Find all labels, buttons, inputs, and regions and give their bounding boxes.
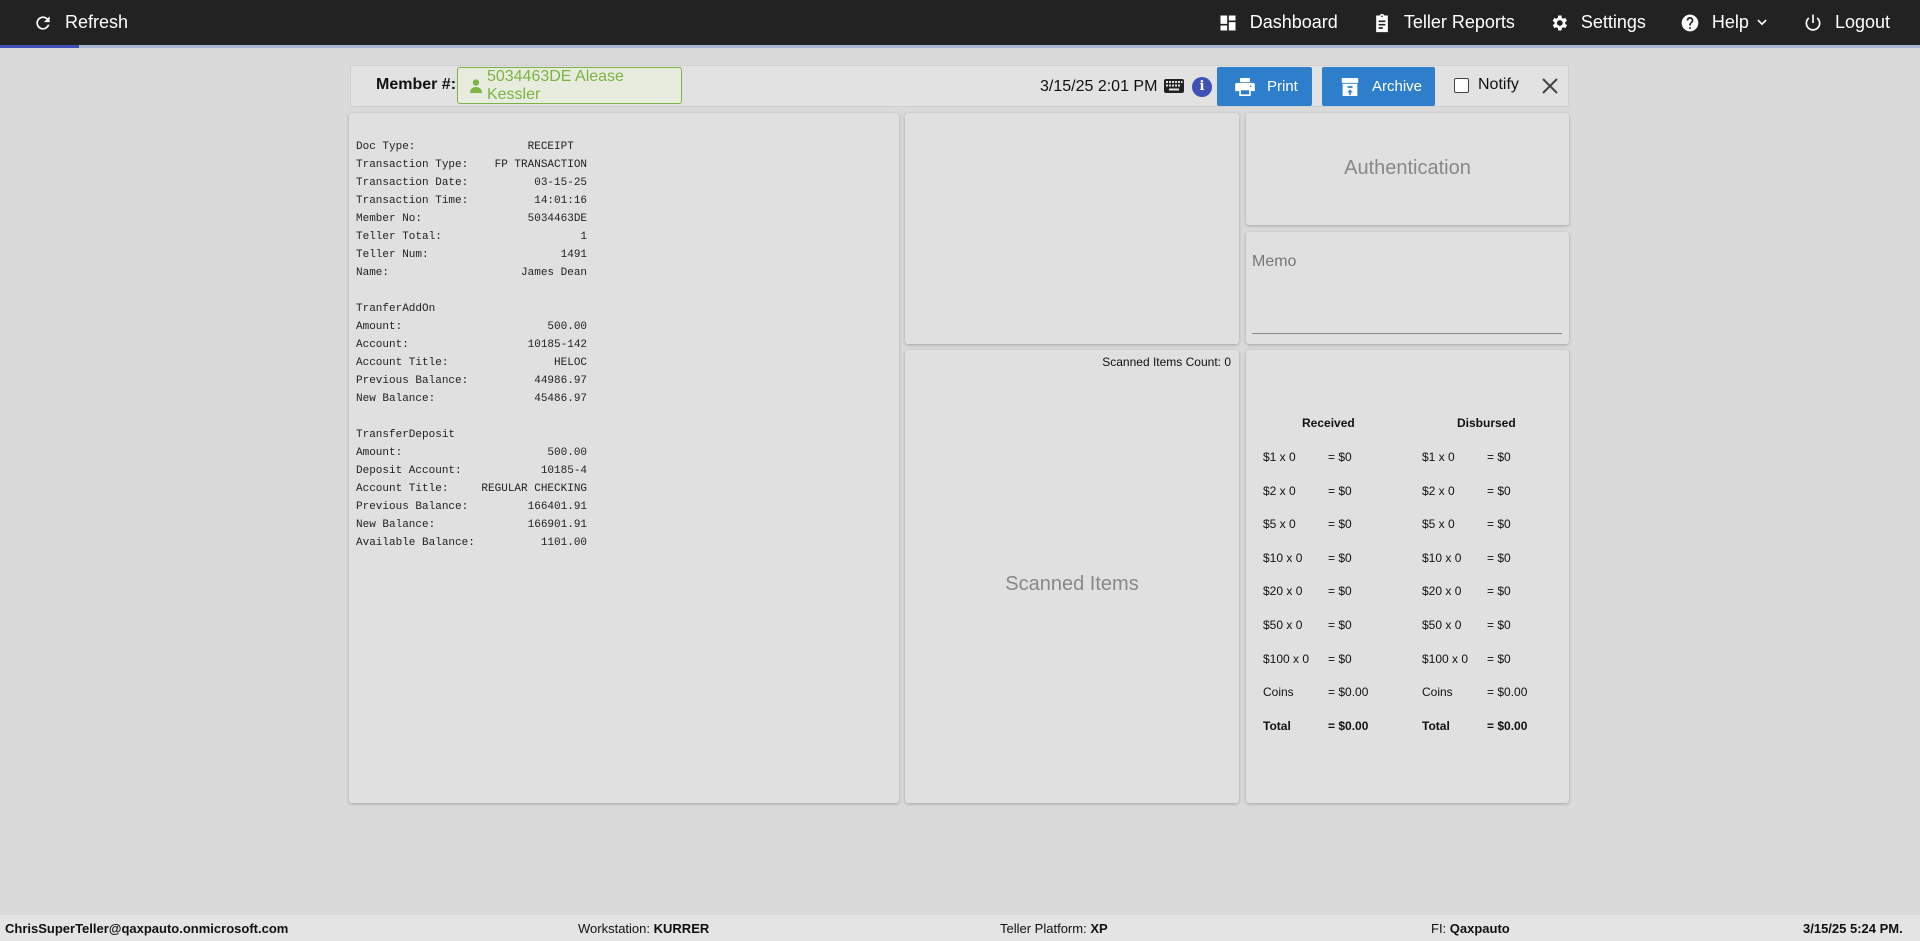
received-denomination: $50 x 0 <box>1263 618 1303 632</box>
received-amount: = $0 <box>1328 483 1352 498</box>
archive-button[interactable]: Archive <box>1322 67 1435 106</box>
received-denomination: Total <box>1263 718 1291 733</box>
footer-workstation-label: Workstation: <box>578 921 651 936</box>
received-amount: = $0 <box>1328 651 1352 666</box>
loading-bar <box>0 45 1920 48</box>
transaction-datetime: 3/15/25 2:01 PM <box>1040 78 1158 95</box>
footer-fi: Qaxpauto <box>1449 921 1510 936</box>
clipboard-icon <box>1375 13 1388 32</box>
printer-icon <box>1235 77 1255 96</box>
received-denomination: $10 x 0 <box>1263 550 1303 565</box>
image-preview-panel <box>905 113 1239 344</box>
chevron-down-icon <box>1757 19 1767 25</box>
info-icon[interactable]: i <box>1192 77 1212 97</box>
received-amount: = $0 <box>1328 517 1352 532</box>
disbursed-denomination: $50 x 0 <box>1422 618 1462 632</box>
disbursed-amount: = $0 <box>1487 584 1511 599</box>
received-amount: = $0.00 <box>1328 718 1369 733</box>
scanned-items-panel: Scanned Items Count: 0 Scanned Items <box>905 350 1239 803</box>
member-chip[interactable]: 5034463DE Alease Kessler <box>457 67 682 104</box>
receipt-panel: Doc Type: RECEIPT Transaction Type: FP T… <box>349 113 899 803</box>
disbursed-denomination: $20 x 0 <box>1422 584 1462 599</box>
disbursed-denomination: $10 x 0 <box>1422 550 1462 565</box>
authentication-title: Authentication <box>1344 157 1471 179</box>
logout-label: Logout <box>1834 12 1890 32</box>
logout-button[interactable]: Logout <box>1803 0 1890 45</box>
dashboard-label: Dashboard <box>1249 12 1338 32</box>
disbursed-amount: = $0 <box>1487 651 1511 666</box>
disbursed-amount: = $0 <box>1487 483 1511 498</box>
received-amount: = $0 <box>1328 584 1352 599</box>
footer-datetime: 3/15/25 5:24 PM. <box>1803 921 1903 936</box>
scanned-items-count: Scanned Items Count: 0 <box>1102 355 1231 369</box>
help-label: Help <box>1711 12 1749 32</box>
memo-label: Memo <box>1252 253 1297 270</box>
footer-platform-label: Teller Platform: <box>1000 921 1087 936</box>
cash-totals-panel: Received Disbursed $1 x 0 = $0 $2 x 0 = $0 $… <box>1246 350 1569 803</box>
help-menu-button[interactable]: Help <box>1680 0 1769 45</box>
received-amount: = $0 <box>1328 550 1352 565</box>
footer-workstation: KURRER <box>653 921 710 936</box>
dashboard-button[interactable]: Dashboard <box>1218 0 1338 45</box>
print-label: Print <box>1267 78 1298 95</box>
received-amount: = $0 <box>1328 618 1352 632</box>
keyboard-icon[interactable] <box>1164 79 1184 93</box>
scanned-items-title: Scanned Items <box>1005 573 1139 595</box>
notify-checkbox[interactable]: Notify <box>1454 76 1519 94</box>
print-button[interactable]: Print <box>1217 67 1312 106</box>
notify-checkbox-box[interactable] <box>1454 77 1469 93</box>
footer-platform: XP <box>1090 921 1108 936</box>
archive-label: Archive <box>1372 78 1423 95</box>
disbursed-denomination: Total <box>1422 718 1450 733</box>
disbursed-amount: = $0 <box>1487 450 1511 464</box>
disbursed-denomination: $100 x 0 <box>1422 651 1469 666</box>
disbursed-denomination: $1 x 0 <box>1422 450 1455 464</box>
refresh-label: Refresh <box>65 12 129 32</box>
dashboard-icon <box>1220 15 1236 30</box>
teller-reports-button[interactable]: Teller Reports <box>1372 0 1515 45</box>
disbursed-amount: = $0.00 <box>1487 718 1528 733</box>
status-footer: ChrisSuperTeller@qaxpauto.onmicrosoft.co… <box>0 915 1920 941</box>
disbursed-amount: = $0 <box>1487 550 1511 565</box>
received-heading: Received <box>1302 416 1355 430</box>
gear-icon <box>1552 15 1567 30</box>
disbursed-denomination: Coins <box>1422 685 1453 700</box>
top-nav: Refresh Dashboard Teller Reports Setting… <box>0 0 1920 45</box>
refresh-button[interactable]: Refresh <box>33 0 128 45</box>
disbursed-amount: = $0.00 <box>1487 685 1528 700</box>
received-denomination: $100 x 0 <box>1263 651 1310 666</box>
footer-user: ChrisSuperTeller@qaxpauto.onmicrosoft.co… <box>5 921 289 936</box>
settings-label: Settings <box>1580 12 1646 32</box>
disbursed-denomination: $5 x 0 <box>1422 517 1455 532</box>
received-denomination: $5 x 0 <box>1263 517 1296 532</box>
memo-panel: Memo <box>1246 232 1569 344</box>
refresh-icon <box>36 15 50 30</box>
teller-reports-label: Teller Reports <box>1403 12 1515 32</box>
footer-fi-label: FI: <box>1431 921 1447 936</box>
disbursed-denomination: $2 x 0 <box>1422 483 1455 498</box>
received-denomination: $20 x 0 <box>1263 584 1303 599</box>
settings-button[interactable]: Settings <box>1549 0 1646 45</box>
member-chip-label: 5034463DE Alease Kessler <box>486 67 624 103</box>
member-bar: Member #: 5034463DE Alease Kessler 3/15/… <box>350 65 1569 107</box>
power-icon <box>1805 14 1821 31</box>
received-denomination: $1 x 0 <box>1263 450 1296 464</box>
memo-input[interactable] <box>1252 333 1562 334</box>
received-denomination: Coins <box>1263 685 1294 700</box>
authentication-panel[interactable]: Authentication <box>1246 113 1569 225</box>
disbursed-amount: = $0 <box>1487 517 1511 532</box>
received-amount: = $0 <box>1328 450 1352 464</box>
disbursed-amount: = $0 <box>1487 618 1511 632</box>
notify-label: Notify <box>1478 76 1519 93</box>
close-icon[interactable] <box>1541 77 1559 95</box>
question-circle-icon <box>1681 14 1699 31</box>
user-icon <box>470 78 482 93</box>
loading-bar-fill <box>0 45 79 48</box>
member-number-label: Member #: <box>376 76 457 93</box>
received-amount: = $0.00 <box>1328 685 1369 700</box>
archive-icon <box>1341 77 1359 96</box>
received-denomination: $2 x 0 <box>1263 483 1296 498</box>
disbursed-heading: Disbursed <box>1457 416 1516 430</box>
receipt-text: Doc Type: RECEIPT Transaction Type: FP T… <box>356 141 588 549</box>
